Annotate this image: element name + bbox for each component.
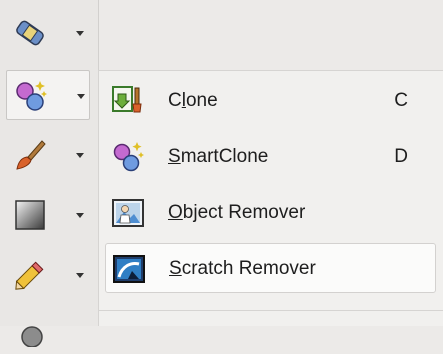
menu-item-label: SmartClone [168, 146, 269, 167]
tool-paintbrush[interactable] [6, 130, 90, 180]
menu-item-label: Clone [168, 90, 218, 111]
tool-pencil[interactable] [6, 250, 90, 300]
tool-clone-group[interactable] [6, 70, 90, 120]
menu-item-smartclone[interactable]: SmartClone D [105, 132, 436, 182]
clone-tools-flyout-menu: Clone C SmartClone D Object Remover Scra… [98, 70, 443, 326]
dropdown-arrow-icon[interactable] [76, 31, 84, 36]
partial-tool-icon [21, 326, 43, 347]
menu-item-label: Object Remover [168, 202, 306, 223]
shortcut-key: D [394, 146, 408, 167]
tool-eraser[interactable] [6, 8, 90, 58]
dropdown-arrow-icon[interactable] [76, 273, 84, 278]
menu-bottom-divider [98, 310, 443, 311]
gradient-icon [15, 200, 45, 230]
toolbar [0, 0, 99, 347]
dropdown-arrow-icon[interactable] [77, 94, 85, 99]
tool-partial[interactable] [6, 304, 90, 354]
smartclone-icon [113, 142, 144, 172]
dropdown-arrow-icon[interactable] [76, 213, 84, 218]
band-aid-icon [16, 20, 44, 46]
object-remover-icon [112, 199, 144, 227]
dropdown-arrow-icon[interactable] [76, 153, 84, 158]
magic-clone-icon [16, 81, 47, 111]
paintbrush-icon [16, 140, 46, 170]
scratch-remover-icon [113, 255, 145, 283]
menu-item-label: Scratch Remover [169, 258, 316, 279]
menu-item-object-remover[interactable]: Object Remover [105, 188, 436, 238]
clone-stamp-icon [112, 86, 142, 113]
menu-item-clone[interactable]: Clone C [105, 76, 436, 126]
menu-item-scratch-remover[interactable]: Scratch Remover [105, 243, 436, 293]
tool-gradient[interactable] [6, 190, 90, 240]
pencil-icon [15, 261, 44, 290]
shortcut-key: C [394, 90, 408, 111]
